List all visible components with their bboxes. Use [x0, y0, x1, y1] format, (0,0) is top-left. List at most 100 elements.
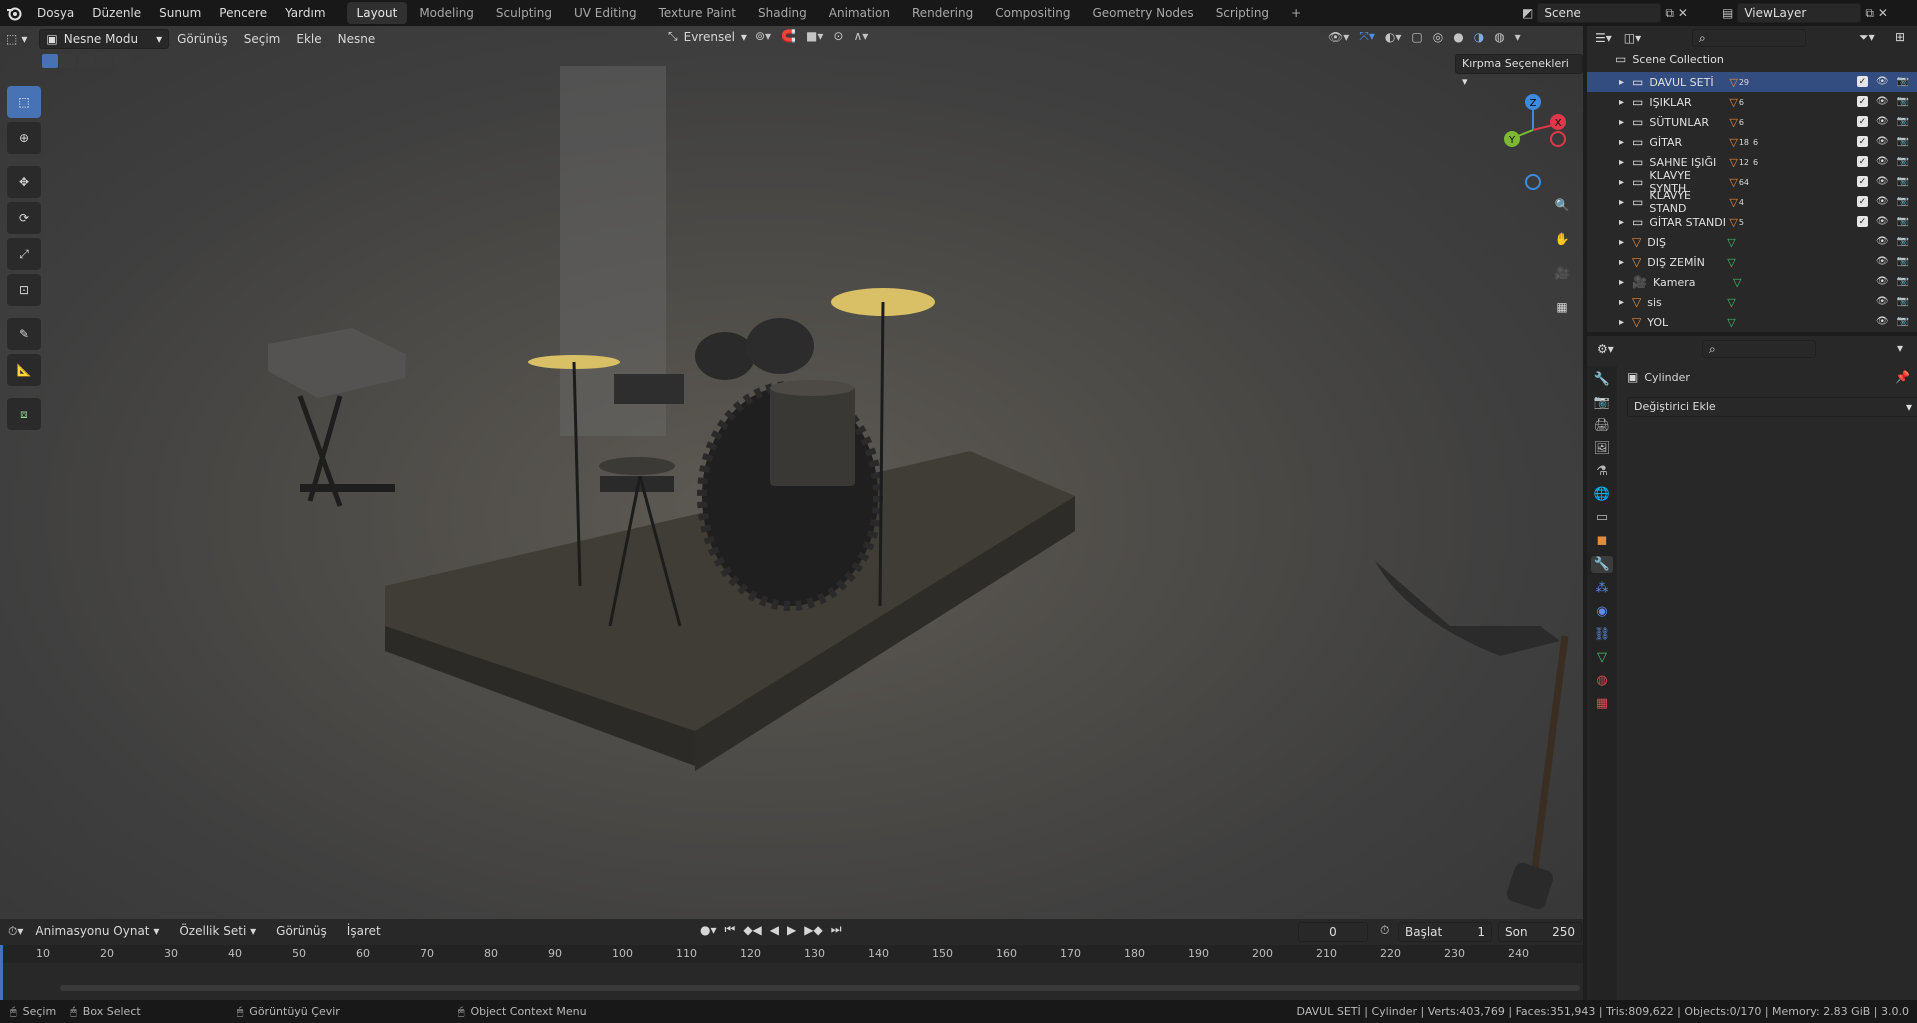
visibility-eye-icon[interactable]: 👁: [1876, 196, 1889, 207]
menu-help[interactable]: Yardım: [276, 0, 334, 26]
falloff-icon[interactable]: ∧▾: [853, 29, 868, 43]
jump-start-icon[interactable]: ⏮: [725, 922, 736, 937]
mesh-data-icon[interactable]: ▽: [1727, 316, 1735, 329]
pan-hand-icon[interactable]: ✋: [1548, 225, 1576, 253]
jump-end-icon[interactable]: ⏭: [831, 922, 842, 937]
menu-edit[interactable]: Düzenle: [83, 0, 150, 26]
texture-tab-icon[interactable]: ▦: [1596, 696, 1608, 711]
expand-arrow-icon[interactable]: ▸: [1619, 117, 1624, 128]
mesh-data-icon[interactable]: ▽: [1727, 296, 1735, 309]
output-tab-icon[interactable]: 🖨: [1594, 418, 1611, 433]
overlay-icon[interactable]: ◐▾: [1385, 30, 1402, 44]
snap-icon[interactable]: 🧲: [781, 29, 796, 43]
proportional-edit-icon[interactable]: ⊙: [833, 29, 843, 43]
play-reverse-icon[interactable]: ◀: [770, 923, 779, 937]
delete-viewlayer-icon[interactable]: ✕: [1878, 6, 1888, 20]
timeline-scrollbar[interactable]: [60, 985, 1580, 991]
visibility-eye-icon[interactable]: 👁: [1876, 176, 1889, 187]
camera-view-icon[interactable]: 🎥: [1548, 259, 1576, 287]
clipping-options-dropdown[interactable]: Kırpma Seçenekleri ▾: [1455, 54, 1583, 88]
chevron-down-icon[interactable]: ▾: [1515, 30, 1521, 44]
visibility-eye-icon[interactable]: 👁: [1876, 116, 1889, 127]
render-camera-icon[interactable]: 📷: [1897, 216, 1909, 227]
editor-type-button[interactable]: ⬚ ▾: [0, 29, 33, 49]
outliner-row[interactable]: ▸ ▽ YOL ▽ 👁 📷: [1587, 312, 1917, 332]
copy-scene-icon[interactable]: ⧉: [1665, 6, 1674, 21]
visibility-icon[interactable]: 👁▾: [1328, 30, 1349, 44]
select-extend-icon[interactable]: [60, 54, 76, 68]
exclude-checkbox[interactable]: ✓: [1856, 176, 1868, 187]
outliner-row[interactable]: ▸ ▽ sis ▽ 👁 📷: [1587, 292, 1917, 312]
render-camera-icon[interactable]: 📷: [1897, 236, 1909, 247]
outliner-row[interactable]: ▸ ▭ GİTAR ▽ 18 6 ✓ 👁 📷: [1587, 132, 1917, 152]
next-keyframe-icon[interactable]: ▶◆: [804, 923, 822, 937]
gizmo-toggle-icon[interactable]: ⤧▾: [1359, 29, 1375, 44]
exclude-checkbox[interactable]: ✓: [1856, 216, 1868, 227]
exclude-checkbox[interactable]: ✓: [1856, 196, 1868, 207]
child-objects-icon[interactable]: ▽: [1729, 216, 1737, 229]
exclude-checkbox[interactable]: ✓: [1856, 76, 1868, 87]
scene-tab-icon[interactable]: ⚗: [1596, 464, 1608, 479]
add-workspace-icon[interactable]: +: [1281, 2, 1311, 24]
cursor-tool[interactable]: ⊕: [7, 122, 41, 154]
exclude-checkbox[interactable]: ✓: [1856, 116, 1868, 127]
display-mode-icon[interactable]: ◫▾: [1624, 31, 1641, 45]
play-icon[interactable]: ▶: [787, 923, 796, 937]
menu-render[interactable]: Sunum: [150, 0, 210, 26]
outliner-row[interactable]: ▸ ▭ SAHNE IŞIĞI ▽ 12 6 ✓ 👁 📷: [1587, 152, 1917, 172]
expand-arrow-icon[interactable]: ▸: [1619, 137, 1624, 148]
outliner-row[interactable]: ▸ ▭ DAVUL SETİ ▽ 29 ✓ 👁 📷: [1587, 72, 1917, 92]
render-camera-icon[interactable]: 📷: [1897, 196, 1909, 207]
viewport-menu-select[interactable]: Seçim: [236, 29, 289, 49]
mesh-data-icon[interactable]: ▽: [1733, 276, 1741, 289]
outliner-row[interactable]: ▸ ▭ GİTAR STANDI ▽ 5 ✓ 👁 📷: [1587, 212, 1917, 232]
outliner-root-row[interactable]: ▭ Scene Collection: [1615, 52, 1724, 66]
tab-texture-paint[interactable]: Texture Paint: [649, 2, 746, 24]
outliner-editor-icon[interactable]: ☰▾: [1595, 31, 1612, 45]
child-objects-icon[interactable]: ▽: [1729, 116, 1737, 129]
render-camera-icon[interactable]: 📷: [1897, 96, 1909, 107]
select-subtract-icon[interactable]: [78, 54, 94, 68]
transform-tool[interactable]: ⊡: [7, 274, 41, 306]
render-camera-icon[interactable]: 📷: [1897, 256, 1909, 267]
playhead[interactable]: [0, 945, 3, 1000]
physics-tab-icon[interactable]: ◉: [1596, 604, 1607, 619]
current-frame-input[interactable]: 0: [1298, 922, 1368, 942]
visibility-eye-icon[interactable]: 👁: [1876, 76, 1889, 87]
outliner-row[interactable]: ▸ ▭ IŞIKLAR ▽ 6 ✓ 👁 📷: [1587, 92, 1917, 112]
viewport-menu-view[interactable]: Görünüş: [169, 29, 236, 49]
visibility-eye-icon[interactable]: 👁: [1876, 316, 1889, 327]
expand-arrow-icon[interactable]: ▸: [1619, 317, 1624, 328]
visibility-eye-icon[interactable]: 👁: [1876, 216, 1889, 227]
visibility-eye-icon[interactable]: 👁: [1876, 136, 1889, 147]
solid-shading-icon[interactable]: ●: [1453, 30, 1463, 44]
rotate-tool[interactable]: ⟳: [7, 202, 41, 234]
select-new-icon[interactable]: [42, 54, 58, 68]
child-objects-icon[interactable]: ▽: [1729, 76, 1737, 89]
viewport-menu-add[interactable]: Ekle: [288, 29, 329, 49]
expand-arrow-icon[interactable]: ▸: [1619, 157, 1624, 168]
render-camera-icon[interactable]: 📷: [1897, 316, 1909, 327]
expand-arrow-icon[interactable]: ▸: [1619, 237, 1624, 248]
prev-keyframe-icon[interactable]: ◆◀: [743, 923, 761, 937]
tab-compositing[interactable]: Compositing: [985, 2, 1080, 24]
mesh-data-icon[interactable]: ▽: [1727, 236, 1735, 249]
navigation-gizmo[interactable]: Z Y X: [1495, 84, 1571, 194]
outliner-row[interactable]: ▸ ▭ KLAVYE STAND ▽ 4 ✓ 👁 📷: [1587, 189, 1917, 215]
render-camera-icon[interactable]: 📷: [1897, 276, 1909, 287]
select-invert-icon[interactable]: [96, 54, 112, 68]
3d-viewport[interactable]: ⬚ ▾ ▣ Nesne Modu ▾ Görünüş Seçim Ekle Nes…: [0, 26, 1583, 919]
scene-field[interactable]: Scene: [1537, 3, 1662, 23]
outliner-row[interactable]: ▸ ▭ KLAVYE SYNTH ▽ 64 ✓ 👁 📷: [1587, 169, 1917, 195]
visibility-eye-icon[interactable]: 👁: [1876, 156, 1889, 167]
wireframe-shading-icon[interactable]: ◎: [1433, 30, 1443, 44]
menu-file[interactable]: Dosya: [28, 0, 83, 26]
visibility-eye-icon[interactable]: 👁: [1876, 296, 1889, 307]
tab-geometry-nodes[interactable]: Geometry Nodes: [1082, 2, 1203, 24]
child-objects-icon[interactable]: ▽: [1729, 136, 1737, 149]
expand-arrow-icon[interactable]: ▸: [1619, 217, 1624, 228]
keying-menu[interactable]: Özellik Seti ▾: [171, 921, 264, 941]
filter-icon[interactable]: ⏷▾: [1859, 30, 1875, 45]
collection-tab-icon[interactable]: ▭: [1596, 510, 1608, 525]
tab-animation[interactable]: Animation: [819, 2, 900, 24]
